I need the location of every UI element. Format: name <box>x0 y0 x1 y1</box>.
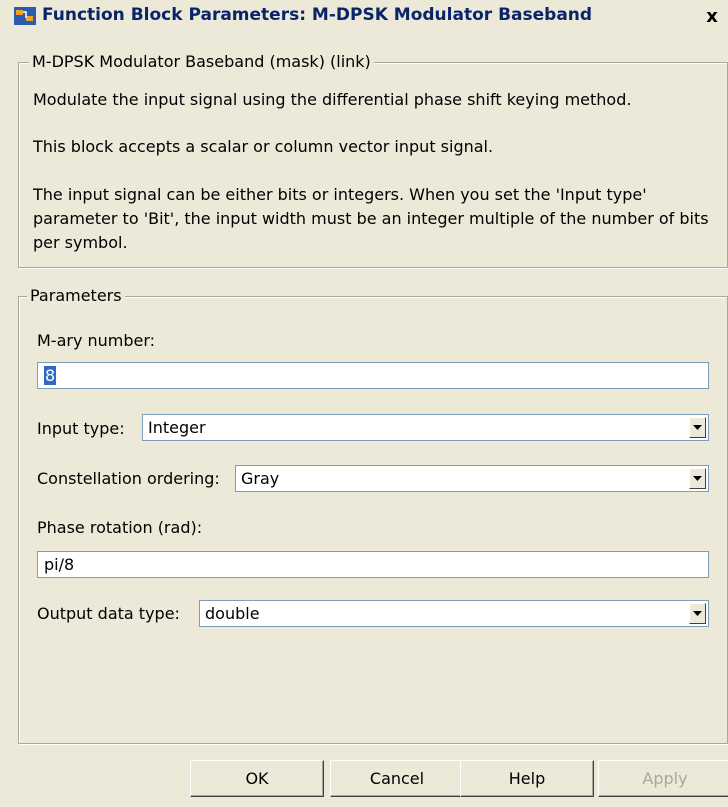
mary-number-field[interactable]: 8 <box>37 362 709 389</box>
mary-number-label: M-ary number: <box>37 331 156 350</box>
window-title: Function Block Parameters: M-DPSK Modula… <box>42 5 593 25</box>
output-data-type-label: Output data type: <box>37 604 180 623</box>
description-para-1: Modulate the input signal using the diff… <box>33 90 632 109</box>
description-para-2: This block accepts a scalar or column ve… <box>33 137 494 156</box>
description-legend: M-DPSK Modulator Baseband (mask) (link) <box>29 52 374 71</box>
description-group: M-DPSK Modulator Baseband (mask) (link) … <box>18 52 728 268</box>
chevron-down-icon[interactable] <box>689 603 706 624</box>
constellation-ordering-label: Constellation ordering: <box>37 469 220 488</box>
description-para-3-line-2: parameter to 'Bit', the input width must… <box>33 209 709 228</box>
output-data-type-select[interactable]: double <box>199 600 709 627</box>
apply-button[interactable]: Apply <box>598 760 728 797</box>
constellation-ordering-value: Gray <box>241 469 280 488</box>
mary-number-value: 8 <box>44 366 57 385</box>
output-data-type-value: double <box>205 604 260 623</box>
input-type-label: Input type: <box>37 419 125 438</box>
chevron-down-icon[interactable] <box>689 468 706 489</box>
input-type-select[interactable]: Integer <box>142 414 709 441</box>
constellation-ordering-select[interactable]: Gray <box>235 465 709 492</box>
chevron-down-icon[interactable] <box>689 417 706 438</box>
cancel-button[interactable]: Cancel <box>330 760 464 797</box>
parameters-legend: Parameters <box>27 286 125 305</box>
input-type-value: Integer <box>148 418 206 437</box>
ok-button[interactable]: OK <box>190 760 324 797</box>
description-para-3-line-3: per symbol. <box>33 233 128 252</box>
help-button[interactable]: Help <box>460 760 594 797</box>
phase-rotation-value: pi/8 <box>44 555 75 574</box>
phase-rotation-field[interactable]: pi/8 <box>37 551 709 578</box>
phase-rotation-label: Phase rotation (rad): <box>37 518 203 537</box>
parameters-group: Parameters M-ary number: 8 Input type: I… <box>18 286 728 744</box>
title-bar: Function Block Parameters: M-DPSK Modula… <box>0 0 728 32</box>
simulink-block-icon <box>14 7 36 25</box>
close-icon[interactable]: x <box>702 8 722 26</box>
description-para-3-line-1: The input signal can be either bits or i… <box>33 185 647 204</box>
